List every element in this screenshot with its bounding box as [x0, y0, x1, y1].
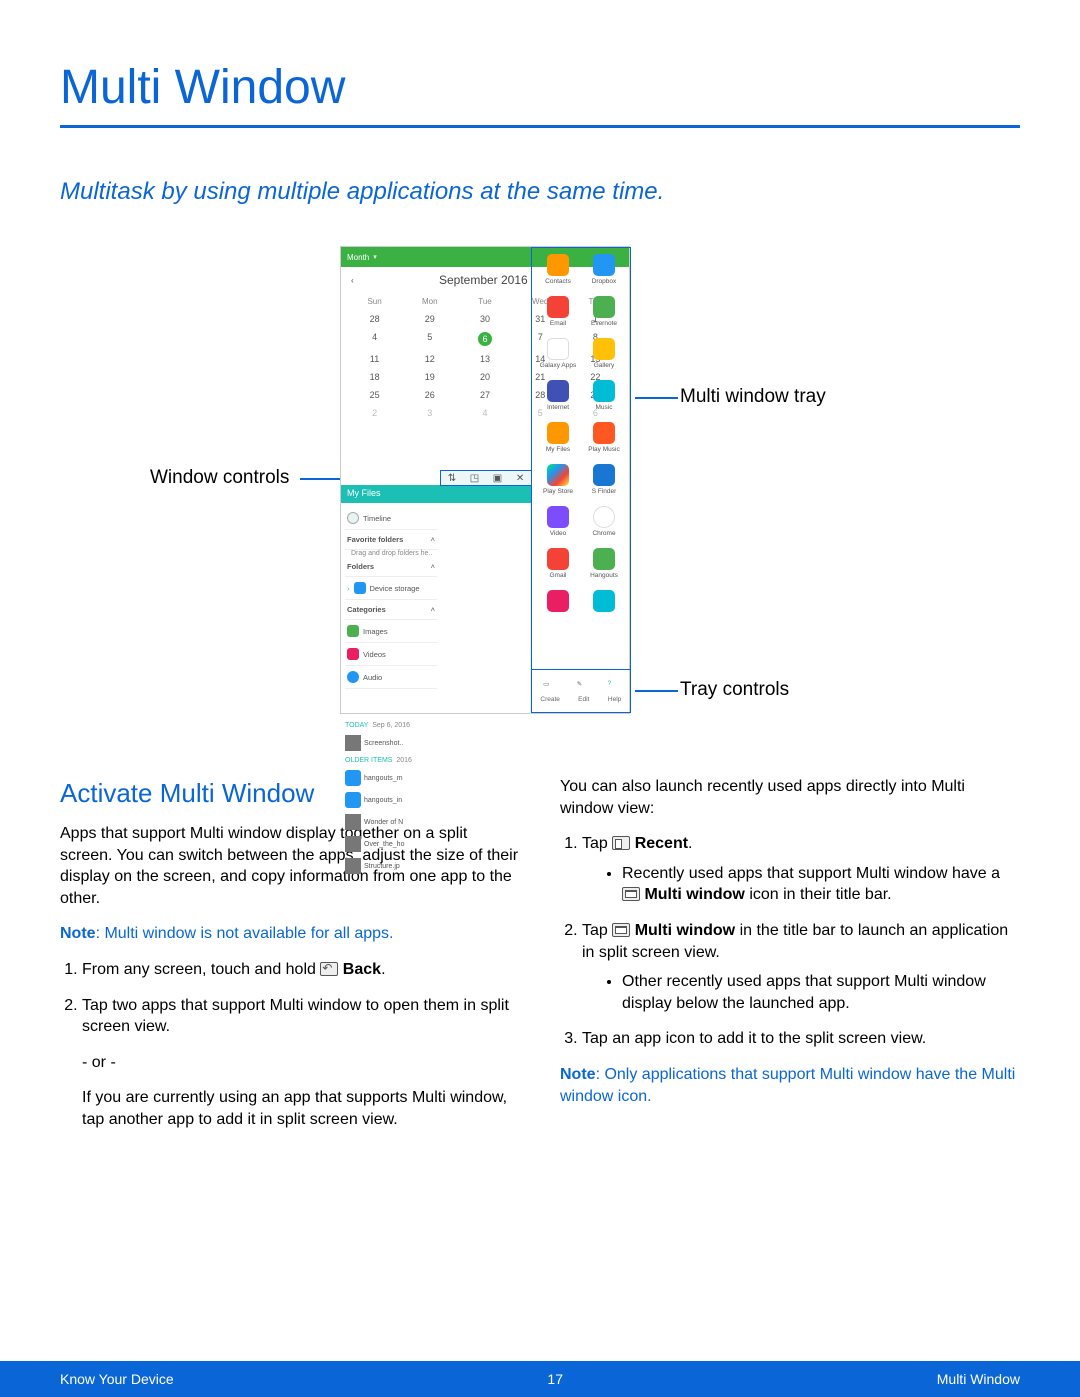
page-subtitle: Multitask by using multiple applications…: [60, 178, 1020, 206]
calendar-month-label: September 2016: [439, 273, 528, 287]
step-item: Tap Multi window in the title bar to lau…: [582, 920, 1020, 1014]
intro-paragraph: You can also launch recently used apps d…: [560, 776, 1020, 819]
audio-icon: [347, 671, 359, 683]
chevron-left-icon: ‹: [351, 276, 354, 285]
clock-icon: [347, 512, 359, 524]
footer-page-number: 17: [547, 1371, 563, 1387]
step-item: Tap Recent. Recently used apps that supp…: [582, 833, 1020, 906]
leader-line: [635, 690, 678, 692]
page-title: Multi Window: [60, 60, 1020, 115]
files-titlebar: My Files: [341, 485, 531, 503]
edit-icon: ✎: [577, 680, 591, 694]
step-item: Tap an app icon to add it to the split s…: [582, 1028, 1020, 1050]
left-column: Activate Multi Window Apps that support …: [60, 776, 520, 1145]
title-rule: [60, 125, 1020, 128]
footer-right: Multi Window: [937, 1371, 1020, 1387]
image-icon: [347, 625, 359, 637]
multi-window-icon: [612, 923, 630, 937]
device-mock: Month ▾ ‹ September 2016 SunMonTueWedThu…: [340, 246, 630, 714]
video-icon: [347, 648, 359, 660]
maximize-icon: ▣: [493, 473, 502, 484]
section-heading: Activate Multi Window: [60, 776, 520, 811]
page-footer: Know Your Device 17 Multi Window: [0, 1361, 1080, 1397]
or-separator: - or -: [60, 1052, 520, 1074]
right-column: You can also launch recently used apps d…: [560, 776, 1020, 1145]
label-window-controls: Window controls: [150, 467, 289, 489]
close-icon: ✕: [516, 473, 524, 484]
bullet-item: Recently used apps that support Multi wi…: [622, 863, 1020, 906]
label-tray-controls: Tray controls: [680, 679, 789, 701]
multi-window-tray: Contacts Dropbox Email Evernote Galaxy A…: [531, 247, 631, 674]
step-item: From any screen, touch and hold Back.: [82, 959, 520, 981]
note-line: Note: Only applications that support Mul…: [560, 1064, 1020, 1107]
folder-icon: [354, 582, 366, 594]
bullet-item: Other recently used apps that support Mu…: [622, 971, 1020, 1014]
leader-line: [635, 397, 678, 399]
alt-paragraph: If you are currently using an app that s…: [60, 1087, 520, 1130]
files-body: Timeline Favorite folders˄ Drag and drop…: [341, 503, 531, 715]
help-icon: ?: [608, 680, 622, 694]
label-multi-window-tray: Multi window tray: [680, 386, 826, 408]
create-icon: ▭: [543, 680, 557, 694]
recent-icon: [612, 836, 630, 850]
body-columns: Activate Multi Window Apps that support …: [60, 776, 1020, 1145]
chevron-down-icon: ▾: [373, 253, 377, 261]
swap-icon: ⇅: [448, 473, 456, 484]
intro-paragraph: Apps that support Multi window display t…: [60, 823, 520, 909]
footer-left: Know Your Device: [60, 1371, 174, 1387]
tray-controls-bar: ▭Create ✎Edit ?Help: [531, 669, 631, 713]
multi-window-icon: [622, 887, 640, 901]
diagram: Window controls Multi window tray Tray c…: [60, 246, 1020, 736]
note-line: Note: Multi window is not available for …: [60, 923, 520, 945]
step-item: Tap two apps that support Multi window t…: [82, 995, 520, 1038]
window-controls-bar: ⇅ ◳ ▣ ✕: [440, 470, 532, 486]
month-dropdown: Month: [347, 253, 369, 262]
drag-icon: ◳: [470, 473, 479, 484]
back-icon: [320, 962, 338, 976]
